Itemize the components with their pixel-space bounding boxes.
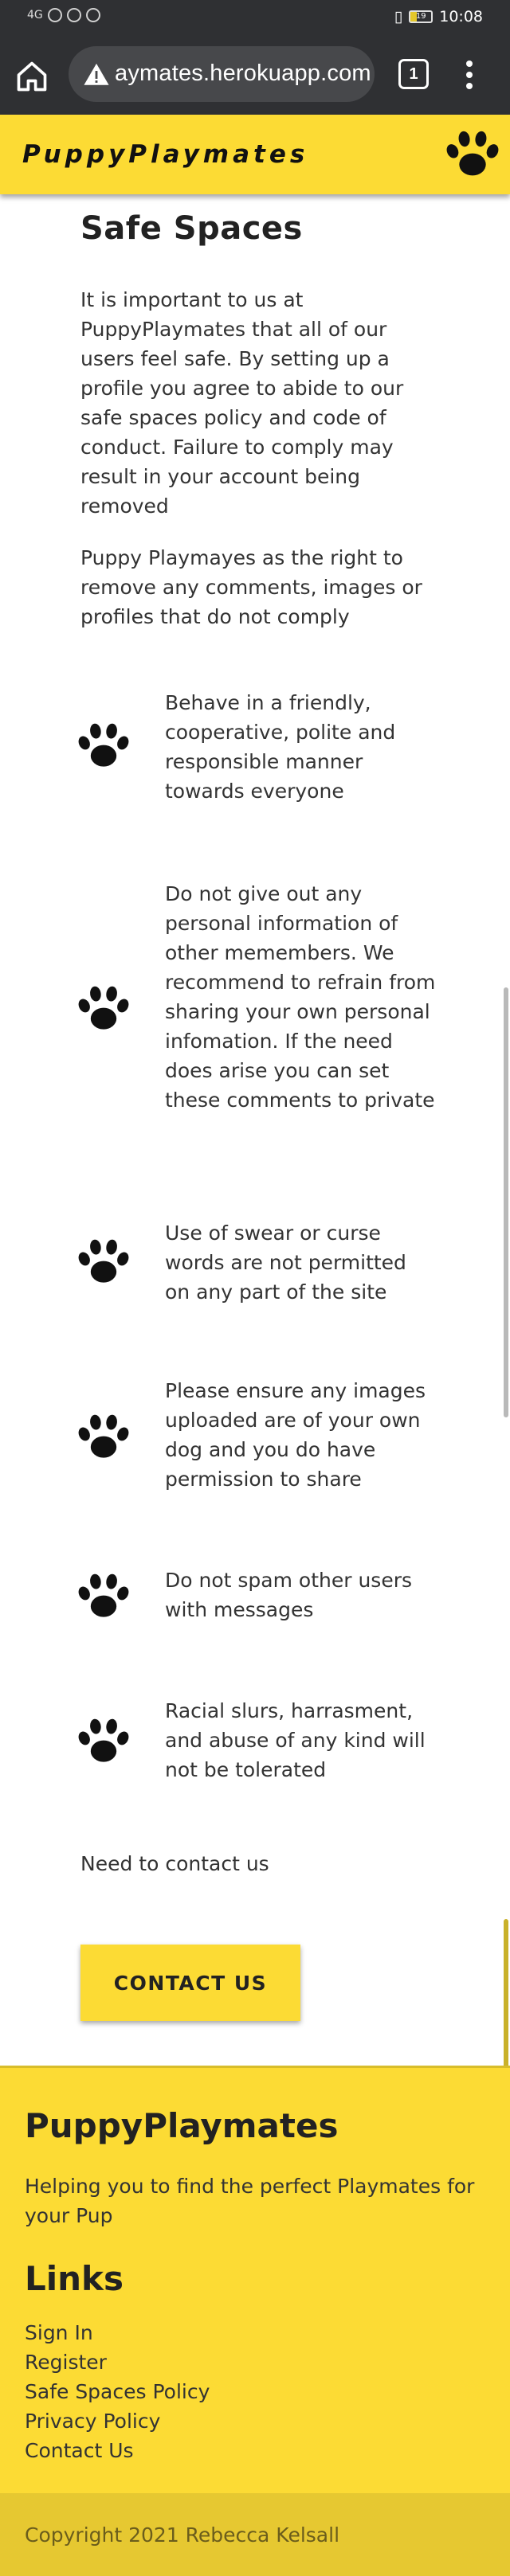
contact-us-button[interactable]: CONTACT US: [80, 1945, 300, 2021]
messenger-icon: [85, 8, 100, 22]
paw-icon: [78, 986, 129, 1030]
paw-icon: [78, 1239, 129, 1283]
paw-icon[interactable]: [445, 129, 500, 180]
site-header: PuppyPlaymates: [0, 115, 510, 194]
footer-links-title: Links: [25, 2259, 124, 2298]
page-scrollbar-lower[interactable]: [504, 1919, 508, 2070]
page-title: Safe Spaces: [80, 210, 303, 247]
battery-level: 19: [415, 12, 426, 21]
url-text[interactable]: aymates.herokuapp.com: [115, 61, 371, 87]
browser-toolbar: aymates.herokuapp.com 1: [0, 37, 510, 115]
intro-paragraph: It is important to us at PuppyPlaymates …: [80, 288, 404, 518]
site-footer: PuppyPlaymates Helping you to find the p…: [0, 2066, 510, 2493]
footer-link-register[interactable]: Register: [25, 2351, 107, 2374]
home-icon[interactable]: [14, 59, 49, 94]
brand-logo-text[interactable]: PuppyPlaymates: [22, 140, 308, 169]
copyright-text: Copyright 2021 Rebecca Kelsall: [25, 2523, 340, 2547]
network-indicator: 4G: [27, 9, 43, 21]
copyright-bar: Copyright 2021 Rebecca Kelsall: [0, 2493, 510, 2576]
status-right: ▯ 19 10:08: [394, 8, 483, 25]
tab-switcher-button[interactable]: 1: [398, 59, 429, 89]
page-scrollbar[interactable]: [504, 987, 508, 1417]
rule-text: Please ensure any images uploaded are of…: [165, 1379, 426, 1491]
not-secure-warning-icon[interactable]: [83, 61, 110, 88]
whatsapp-icon: [66, 8, 81, 22]
rule-text: Behave in a friendly, cooperative, polit…: [165, 691, 396, 803]
footer-brand: PuppyPlaymates: [25, 2106, 339, 2145]
rule-text: Do not spam other users with messages: [165, 1569, 412, 1621]
rule-text: Use of swear or curse words are not perm…: [165, 1222, 406, 1304]
footer-links: Sign In Register Safe Spaces Policy Priv…: [25, 2318, 210, 2465]
paw-icon: [78, 1718, 129, 1762]
battery-icon: 19: [409, 10, 434, 23]
footer-link-privacy[interactable]: Privacy Policy: [25, 2410, 160, 2433]
status-time: 10:08: [439, 8, 483, 25]
rule-text: Do not give out any personal information…: [165, 882, 436, 1112]
footer-link-contact[interactable]: Contact Us: [25, 2439, 134, 2462]
vibrate-icon: ▯: [394, 8, 403, 25]
rule-text: Racial slurs, harrasment, and abuse of a…: [165, 1699, 426, 1781]
more-vert-icon[interactable]: [459, 57, 480, 92]
paw-icon: [78, 1414, 129, 1458]
footer-link-sign-in[interactable]: Sign In: [25, 2321, 93, 2344]
paw-icon: [78, 1573, 129, 1617]
bluetooth-icon: [47, 8, 62, 22]
address-bar[interactable]: aymates.herokuapp.com: [69, 46, 375, 102]
status-bar: 4G ▯ 19 10:08: [0, 0, 510, 37]
status-left: 4G: [27, 8, 100, 22]
paw-icon: [78, 723, 129, 767]
footer-link-safe-spaces[interactable]: Safe Spaces Policy: [25, 2380, 210, 2403]
intro-paragraph: Puppy Playmayes as the right to remove a…: [80, 546, 422, 628]
footer-tagline: Helping you to find the perfect Playmate…: [25, 2175, 475, 2227]
contact-label: Need to contact us: [80, 1852, 269, 1875]
